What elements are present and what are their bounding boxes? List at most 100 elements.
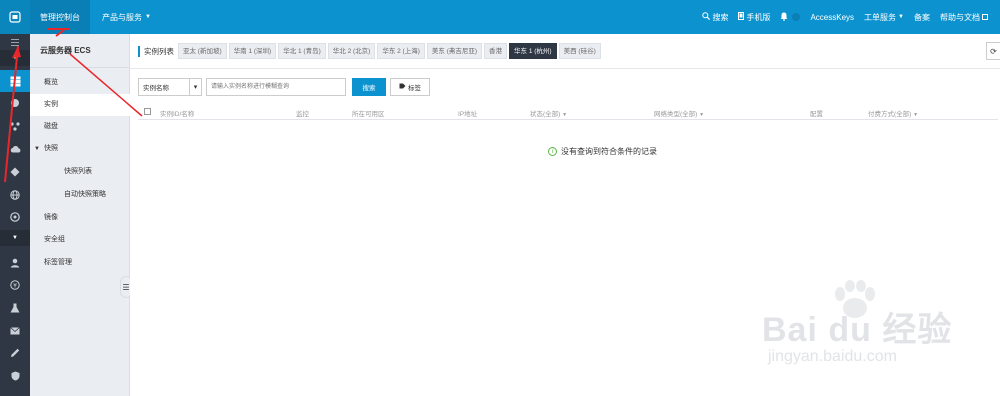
column-ip-address: IP地址 xyxy=(458,111,478,118)
region-tab[interactable]: 华东 2 (上海) xyxy=(377,43,425,59)
column-billing-filter[interactable]: 付费方式(全部) ▼ xyxy=(868,108,918,118)
globe-icon[interactable] xyxy=(0,184,30,206)
nav-item-auto-snapshot-policy[interactable]: 自动快照策略 xyxy=(30,184,130,206)
refresh-icon: ⟳ xyxy=(990,46,997,56)
user-icon[interactable] xyxy=(0,252,30,274)
products-menu-label: 产品与服务 xyxy=(102,12,142,22)
column-network-type-filter[interactable]: 网络类型(全部) ▼ xyxy=(654,108,704,118)
region-tabs: 实例列表 亚太 (新加坡) 华南 1 (深圳) 华北 1 (青岛) 华北 2 (… xyxy=(138,42,603,60)
watermark-url: jingyan.baidu.com xyxy=(768,348,897,365)
notification-button[interactable] xyxy=(775,0,805,34)
divider xyxy=(130,68,1000,69)
ecs-navigation: 云服务器 ECS 概览 实例 磁盘 ▼ 快照 快照列表 自动快照策略 镜像 安全组… xyxy=(30,34,130,396)
nav-item-security-groups[interactable]: 安全组 xyxy=(30,229,130,251)
caret-down-icon: ▼ xyxy=(699,112,705,118)
nav-item-instances[interactable]: 实例 xyxy=(30,94,130,116)
empty-state-message: 没有查询到符合条件的记录 xyxy=(561,147,657,156)
column-network-type-label: 网络类型(全部) xyxy=(654,111,698,118)
nav-item-disks[interactable]: 磁盘 xyxy=(30,116,130,138)
column-config: 配置 xyxy=(810,111,823,118)
icon-sidebar: ▼ ▼ ¥ xyxy=(0,34,30,396)
caret-down-icon: ▼ xyxy=(913,112,919,118)
info-icon: i xyxy=(548,147,557,156)
column-instance-id: 实例ID/名称 xyxy=(160,111,195,118)
column-zone: 所在可用区 xyxy=(352,111,385,118)
region-tab[interactable]: 香港 xyxy=(484,43,508,59)
search-link[interactable]: 搜索 xyxy=(697,0,733,34)
column-status-label: 状态(全部) xyxy=(530,111,561,118)
help-link[interactable]: 帮助与文档 xyxy=(935,0,1000,34)
nav-item-overview[interactable]: 概览 xyxy=(30,72,130,94)
notification-badge-icon xyxy=(792,13,801,21)
search-input[interactable] xyxy=(206,78,346,96)
collapse-arrow-icon[interactable]: ▼ xyxy=(0,230,30,246)
caret-down-icon: ▼ xyxy=(562,112,568,118)
external-link-icon xyxy=(982,14,988,20)
nav-item-images[interactable]: 镜像 xyxy=(30,207,130,229)
empty-state: i 没有查询到符合条件的记录 xyxy=(548,146,657,157)
instance-list-title: 实例列表 xyxy=(138,45,174,57)
search-label: 搜索 xyxy=(712,12,729,22)
search-button[interactable]: 搜索 xyxy=(352,78,386,96)
refresh-button[interactable]: ⟳ xyxy=(986,42,1000,60)
top-right-menu: 搜索 手机版 AccessKeys 工单服务 ▼ 备案 帮助与文档 xyxy=(697,0,1000,34)
edit-pencil-icon[interactable] xyxy=(0,342,30,364)
security-icon[interactable] xyxy=(0,206,30,228)
chevron-down-icon: ▼ xyxy=(145,14,151,20)
mobile-link[interactable]: 手机版 xyxy=(733,0,775,34)
column-billing-label: 付费方式(全部) xyxy=(868,111,912,118)
network-icon[interactable] xyxy=(0,115,30,137)
top-navigation-bar: 管理控制台 产品与服务 ▼ 搜索 手机版 AccessKeys 工单服务 ▼ 备… xyxy=(0,0,1000,34)
instance-table-header: 实例ID/名称 监控 所在可用区 IP地址 状态(全部) ▼ 网络类型(全部) … xyxy=(138,104,998,120)
lab-flask-icon[interactable] xyxy=(0,297,30,319)
billing-icon[interactable]: ¥ xyxy=(0,274,30,296)
home-icon[interactable] xyxy=(0,0,30,34)
nav-item-tag-management[interactable]: 标签管理 xyxy=(30,252,130,274)
mobile-label: 手机版 xyxy=(746,12,771,22)
ticket-menu[interactable]: 工单服务 ▼ xyxy=(859,0,909,34)
region-tab-active[interactable]: 华东 1 (杭州) xyxy=(509,43,557,59)
region-tab[interactable]: 美东 (弗吉尼亚) xyxy=(426,43,483,59)
chevron-down-icon: ▼ xyxy=(898,14,904,20)
search-icon xyxy=(702,12,711,22)
collapse-arrow-icon[interactable]: ▼ xyxy=(0,50,30,66)
tag-icon xyxy=(399,83,406,91)
tag-filter-label: 标签 xyxy=(408,85,421,92)
bell-icon xyxy=(780,12,788,23)
nav-item-snapshots-label: 快照 xyxy=(43,145,58,152)
record-link[interactable]: 备案 xyxy=(909,0,935,34)
cloud-storage-icon[interactable] xyxy=(0,138,30,160)
tag-filter-button[interactable]: 标签 xyxy=(390,78,430,96)
column-monitor: 监控 xyxy=(296,111,309,118)
help-label: 帮助与文档 xyxy=(940,12,980,22)
region-tab[interactable]: 华北 1 (青岛) xyxy=(278,43,326,59)
search-field-select[interactable]: 实例名称 ▾ xyxy=(138,78,202,96)
region-tab[interactable]: 美西 (硅谷) xyxy=(558,43,601,59)
accesskeys-link[interactable]: AccessKeys xyxy=(805,0,859,34)
baidu-watermark: Bai du 经验 jingyan.baidu.com xyxy=(740,280,970,380)
products-menu[interactable]: 产品与服务 ▼ xyxy=(102,0,151,34)
rds-database-icon[interactable] xyxy=(0,92,30,114)
watermark-text: Bai du 经验 xyxy=(762,311,953,349)
nav-title: 云服务器 ECS xyxy=(30,34,129,68)
column-status-filter[interactable]: 状态(全部) ▼ xyxy=(530,108,567,118)
ticket-label: 工单服务 xyxy=(864,12,897,22)
svg-text:¥: ¥ xyxy=(13,282,17,289)
cdn-icon[interactable] xyxy=(0,161,30,183)
mobile-icon xyxy=(738,12,745,22)
nav-item-snapshots[interactable]: ▼ 快照 xyxy=(30,138,130,160)
region-tab[interactable]: 亚太 (新加坡) xyxy=(178,43,227,59)
shield-icon[interactable] xyxy=(0,365,30,387)
filter-bar: 实例名称 ▾ 搜索 标签 xyxy=(138,78,430,96)
menu-toggle-icon[interactable] xyxy=(0,34,30,50)
nav-item-snapshot-list[interactable]: 快照列表 xyxy=(30,161,130,183)
chevron-down-icon: ▾ xyxy=(189,79,201,95)
region-tab[interactable]: 华北 2 (北京) xyxy=(327,43,376,59)
console-link[interactable]: 管理控制台 xyxy=(30,0,90,34)
region-tab[interactable]: 华南 1 (深圳) xyxy=(228,43,277,59)
select-all-checkbox[interactable] xyxy=(144,108,151,115)
ecs-server-icon[interactable] xyxy=(0,70,30,92)
search-field-select-value: 实例名称 xyxy=(143,85,169,92)
mail-icon[interactable] xyxy=(0,320,30,342)
caret-down-icon: ▼ xyxy=(34,146,40,152)
